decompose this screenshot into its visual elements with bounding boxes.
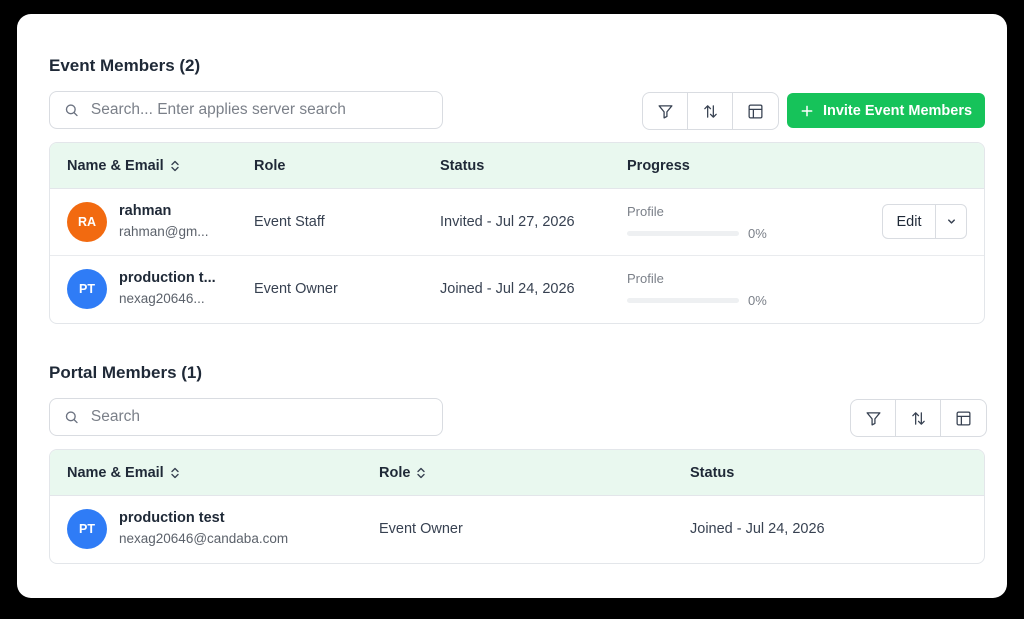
avatar: PT <box>67 509 107 549</box>
sort-arrows-icon <box>171 467 179 479</box>
progress-percent: 0% <box>748 293 767 308</box>
member-email: nexag20646... <box>119 291 205 306</box>
member-role: Event Staff <box>254 214 325 230</box>
filter-icon <box>657 104 673 119</box>
sort-button[interactable] <box>896 400 941 436</box>
columns-icon <box>748 103 763 119</box>
column-header-name-email[interactable]: Name & Email <box>67 143 180 189</box>
columns-button[interactable] <box>733 93 778 129</box>
avatar: PT <box>67 269 107 309</box>
member-email: rahman@gm... <box>119 224 209 239</box>
member-name: production t... <box>119 270 216 286</box>
column-header-role: Role <box>254 158 286 174</box>
member-status: Joined - Jul 24, 2026 <box>690 521 825 537</box>
progress-percent: 0% <box>748 226 767 241</box>
members-card: Event Members (2) Invite Event Members N… <box>17 14 1007 598</box>
sort-arrows-icon <box>171 160 179 172</box>
event-members-title: Event Members (2) <box>49 56 201 75</box>
table-row[interactable]: PT production test nexag20646@candaba.co… <box>50 496 984 563</box>
member-status: Invited - Jul 27, 2026 <box>440 214 575 230</box>
filter-button[interactable] <box>643 93 688 129</box>
progress-label: Profile <box>627 271 664 286</box>
edit-menu-button[interactable] <box>936 205 966 238</box>
invite-label: Invite Event Members <box>822 102 973 119</box>
invite-event-members-button[interactable]: Invite Event Members <box>787 93 985 128</box>
member-email: nexag20646@candaba.com <box>119 531 289 546</box>
progress-bar <box>627 298 739 303</box>
member-name: production test <box>119 510 225 526</box>
member-role: Event Owner <box>254 281 338 297</box>
event-members-table: Name & Email Role Status Progress RA rah… <box>49 142 985 324</box>
portal-members-toolbar <box>850 399 987 437</box>
sort-icon <box>911 411 925 425</box>
column-header-progress: Progress <box>627 158 690 174</box>
search-icon <box>65 104 78 117</box>
sort-arrows-icon <box>417 467 426 479</box>
avatar: RA <box>67 202 107 242</box>
column-header-status: Status <box>440 158 485 174</box>
table-row[interactable]: RA rahman rahman@gm... Event Staff Invit… <box>50 189 984 256</box>
event-members-search[interactable] <box>49 91 443 129</box>
columns-icon <box>956 410 971 426</box>
filter-icon <box>865 411 881 426</box>
search-icon <box>65 411 78 424</box>
progress-bar <box>627 231 739 236</box>
member-name: rahman <box>119 203 172 219</box>
member-role: Event Owner <box>379 521 463 537</box>
columns-button[interactable] <box>941 400 986 436</box>
column-header-role[interactable]: Role <box>379 450 426 496</box>
event-members-search-input[interactable] <box>90 101 442 119</box>
portal-members-search[interactable] <box>49 398 443 436</box>
progress-label: Profile <box>627 204 664 219</box>
portal-members-search-input[interactable] <box>90 408 442 426</box>
member-status: Joined - Jul 24, 2026 <box>440 281 575 297</box>
sort-icon <box>703 104 717 118</box>
plus-icon <box>801 105 813 116</box>
table-header: Name & Email Role Status <box>50 450 984 496</box>
table-header: Name & Email Role Status Progress <box>50 143 984 189</box>
edit-split-button: Edit <box>882 204 967 239</box>
table-row[interactable]: PT production t... nexag20646... Event O… <box>50 256 984 323</box>
edit-button[interactable]: Edit <box>883 205 936 238</box>
portal-members-title: Portal Members (1) <box>49 363 203 382</box>
column-header-status: Status <box>690 465 735 481</box>
event-members-toolbar <box>642 92 779 130</box>
sort-button[interactable] <box>688 93 733 129</box>
filter-button[interactable] <box>851 400 896 436</box>
column-header-name-email[interactable]: Name & Email <box>67 450 180 496</box>
chevron-down-icon <box>947 219 955 224</box>
portal-members-table: Name & Email Role Status PT production t… <box>49 449 985 564</box>
